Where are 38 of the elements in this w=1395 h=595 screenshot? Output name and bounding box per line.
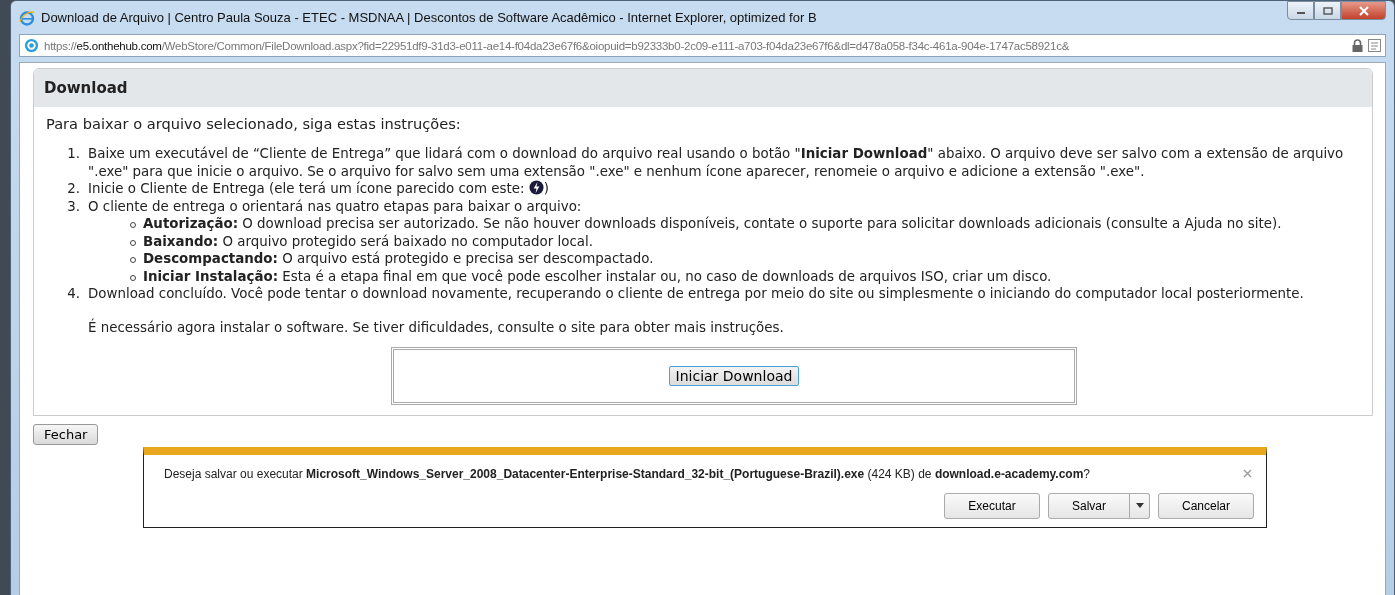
close-icon[interactable] [1243, 469, 1252, 478]
url-text: https://e5.onthehub.com/WebStore/Common/FileDownload.aspx?fid=22951df9-31d3-e011-ae14-f04da23e67f6&oiopuid=b92333b0-2c09-e111-a703-f04da23e67f6&dl=d478a058-f34c-461a-904e-1747ac58921c& [44, 39, 1071, 52]
maximize-button[interactable] [1314, 1, 1341, 20]
substep-text: Autorização: O download precisa ser autorizado. Se não houver downloads disponíveis, contate o suporte para solicitar downloads adicionais (consulte a Ajuda no site). [143, 215, 1282, 233]
download-action-button[interactable]: Salvar [1048, 492, 1130, 519]
step-number: 4. [66, 285, 81, 303]
lock-icon [1352, 39, 1363, 52]
step-text: Baixe um executável de “Cliente de Entrega” que lidará com o download do arquivo real usando o botão "Iniciar Download" abaixo. O arquivo deve ser salvo com a extensão de arquivo ".exe" para que inicie o arquivo. Se o arquivo for salvo sem uma extensão ".exe" e nenhum ícone aparecer, renomeie o arquivo e adicione a extensão ".exe". [88, 146, 1344, 179]
download-action-button[interactable]: Cancelar [1158, 492, 1254, 519]
step-number: 2. [66, 180, 81, 198]
window-title: Download de Arquivo | Centro Paula Souza - ETEC - MSDNAA | Descontos de Software Acadêmico - Internet Explorer, optimized for B [41, 10, 818, 25]
substep-text: Iniciar Instalação: Esta é a etapa final em que você pode escolher instalar ou, no caso de downloads de arquivos ISO, criar um disco. [143, 267, 1052, 285]
address-bar[interactable]: https://e5.onthehub.com/WebStore/Common/FileDownload.aspx?fid=22951df9-31d3-e011-ae14-f04da23e67f6&oiopuid=b92333b0-2c09-e111-a703-f04da23e67f6&dl=d478a058-f34c-461a-904e-1747ac58921c& [19, 34, 1386, 57]
maximize-icon [1322, 6, 1333, 15]
substep-text: Descompactando: O arquivo está protegido e precisa ser descompactado. [143, 250, 654, 268]
delivery-client-icon [528, 180, 544, 195]
close-dialog-button[interactable]: Fechar [33, 423, 99, 445]
browser-logo-icon [19, 9, 35, 26]
step-text: Download concluído. Você pode tentar o download novamente, recuperando o cliente de entrega por meio do site ou simplesmente o iniciando do computador local posteriormente. [88, 286, 1304, 301]
close-button[interactable] [1341, 1, 1386, 20]
note-text: É necessário agora instalar o software. Se tiver dificuldades, consulte o site para obter mais instruções. [88, 319, 785, 335]
download-message: Deseja salvar ou executar Microsoft_Windows_Server_2008_Datacenter-Enterprise-Standard_32-bit_(Portuguese-Brazil).exe (424 KB) de download.e-academy.com? [164, 466, 1092, 481]
intro-text: Para baixar o arquivo selecionado, siga estas instruções: [46, 115, 462, 132]
step-number: 1. [66, 145, 81, 163]
step-number: 3. [66, 197, 81, 216]
start-download-button[interactable]: Iniciar Download [668, 365, 800, 386]
panel-title: Download [44, 79, 128, 97]
step-text: ) [543, 181, 549, 196]
step-text: Inicie o Cliente de Entrega (ele terá um ícone parecido com este: [88, 181, 526, 196]
close-icon [1357, 5, 1370, 16]
dropdown-button[interactable] [1130, 492, 1150, 519]
caret-icon [1135, 503, 1144, 508]
site-icon [24, 38, 39, 53]
compatibility-icon[interactable] [1368, 39, 1381, 52]
download-action-button[interactable]: Executar [944, 492, 1040, 519]
substep-text: Baixando: O arquivo protegido será baixado no computador local. [143, 232, 593, 250]
minimize-button[interactable] [1287, 1, 1314, 20]
step-text: O cliente de entrega o orientará nas quatro etapas para baixar o arquivo: [88, 198, 582, 214]
